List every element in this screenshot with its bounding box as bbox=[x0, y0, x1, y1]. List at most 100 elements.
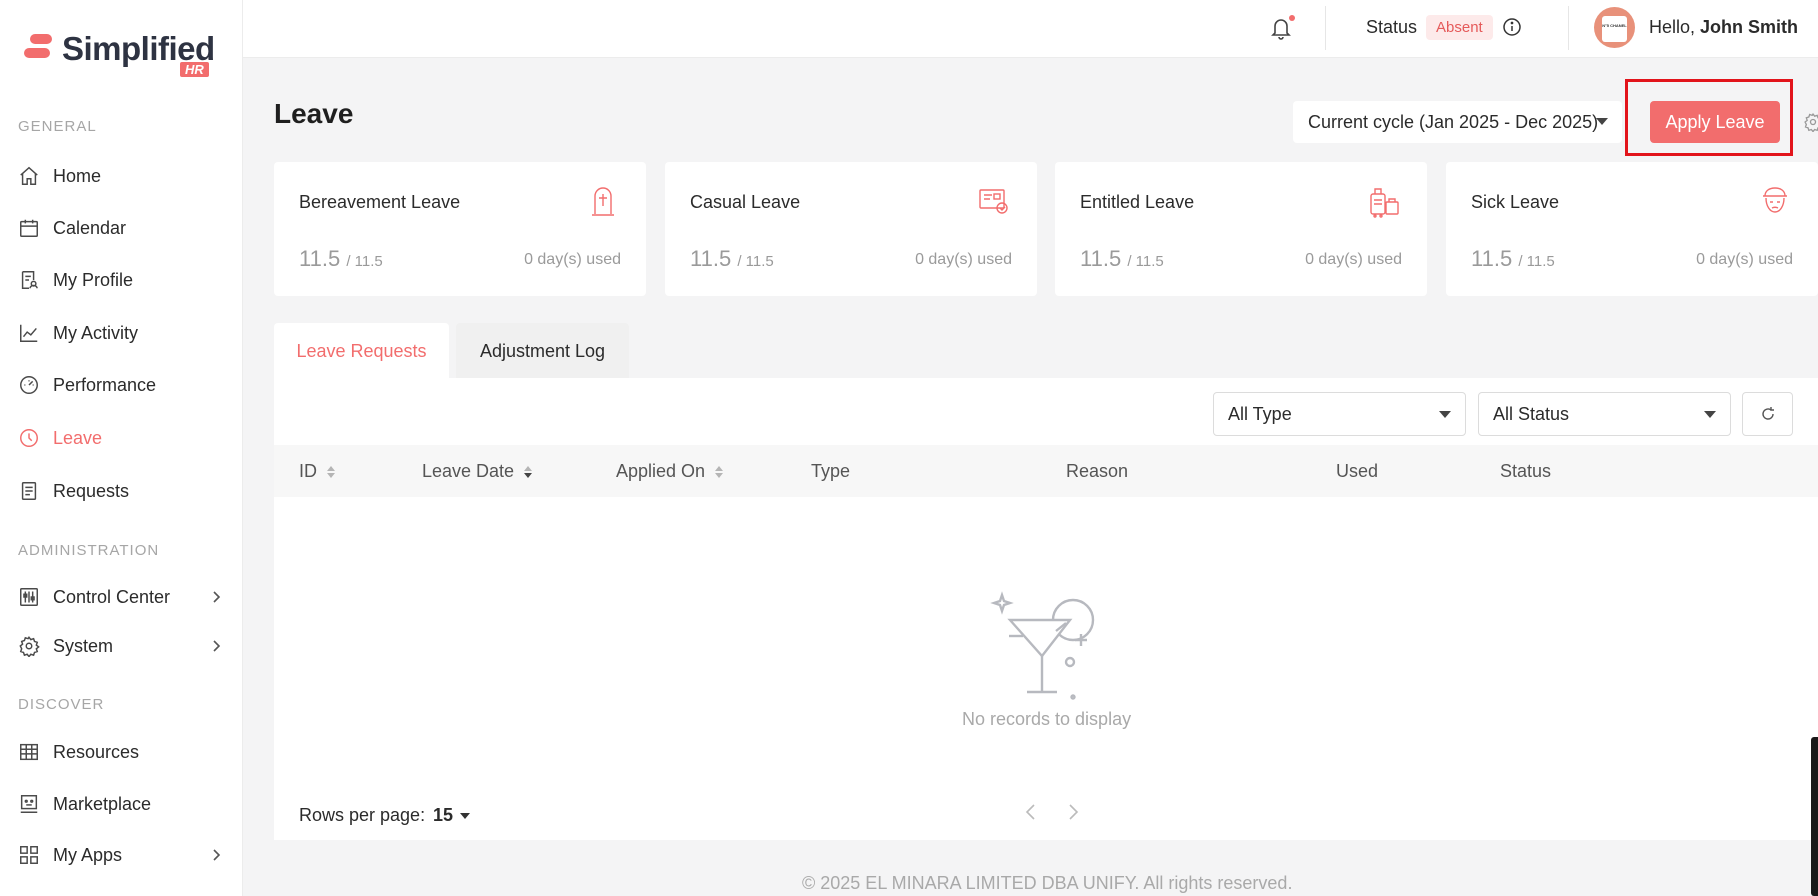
clock-icon bbox=[20, 429, 38, 447]
sidebar-item-label: Requests bbox=[53, 480, 130, 501]
settings-button[interactable] bbox=[1801, 112, 1818, 132]
column-header-label: Type bbox=[811, 461, 851, 481]
previous-page-icon[interactable] bbox=[1024, 802, 1038, 822]
leave-balance-value: 11.5 bbox=[1471, 246, 1513, 271]
apply-leave-button[interactable]: Apply Leave bbox=[1650, 101, 1780, 143]
column-header-type: Type bbox=[811, 461, 850, 482]
logo-mark-icon bbox=[24, 34, 54, 62]
column-header-label: ID bbox=[299, 461, 317, 481]
refresh-button[interactable] bbox=[1742, 392, 1793, 436]
sidebar-item-marketplace[interactable]: Marketplace bbox=[18, 787, 228, 821]
sidebar-item-home[interactable]: Home bbox=[18, 159, 228, 193]
leave-balance-total: / 11.5 bbox=[1127, 253, 1164, 270]
column-header-leave-date[interactable]: Leave Date bbox=[422, 461, 533, 482]
type-filter-value: All Type bbox=[1228, 403, 1292, 424]
sort-icon bbox=[524, 465, 533, 478]
status-badge: Absent bbox=[1426, 15, 1493, 40]
empty-cocktail-icon bbox=[990, 591, 1095, 700]
section-title-discover: DISCOVER bbox=[18, 696, 105, 713]
rows-per-page-select[interactable]: 15 bbox=[433, 805, 453, 826]
sidebar-item-label: Calendar bbox=[53, 217, 127, 238]
sidebar-item-label: Marketplace bbox=[53, 793, 152, 814]
column-header-id[interactable]: ID bbox=[299, 461, 336, 482]
sidebar-item-my-profile[interactable]: My Profile bbox=[18, 263, 228, 297]
leave-card-sick: Sick Leave 11.5 / 11.5 0 day(s) used bbox=[1446, 162, 1818, 296]
top-bar: Status Absent N°5 CHANEL Hello, John Smi… bbox=[243, 0, 1818, 58]
leave-card-bereavement: Bereavement Leave 11.5 / 11.5 0 day(s) u… bbox=[274, 162, 646, 296]
edge-widget[interactable] bbox=[1811, 737, 1818, 896]
column-header-label: Status bbox=[1500, 461, 1552, 481]
next-page-icon[interactable] bbox=[1066, 802, 1080, 822]
cycle-select[interactable]: Current cycle (Jan 2025 - Dec 2025) bbox=[1293, 101, 1622, 143]
sidebar-item-label: Home bbox=[53, 165, 102, 186]
simplified-hr-logo[interactable]: Simplified HR bbox=[24, 30, 215, 82]
leave-balance-total: / 11.5 bbox=[346, 253, 383, 270]
sidebar-item-my-apps[interactable]: My Apps bbox=[18, 838, 228, 872]
leave-card-casual: Casual Leave 11.5 / 11.5 0 day(s) used bbox=[665, 162, 1037, 296]
user-greeting[interactable]: Hello, John Smith bbox=[1649, 17, 1798, 38]
sidebar-item-label: Resources bbox=[53, 741, 140, 762]
rows-per-page-label: Rows per page: bbox=[299, 805, 426, 825]
leave-used: 0 day(s) used bbox=[915, 251, 1012, 268]
greeting-text: Hello, bbox=[1649, 17, 1696, 37]
sidebar-item-system[interactable]: System bbox=[18, 629, 228, 663]
chevron-right-icon bbox=[213, 591, 221, 603]
profile-icon bbox=[21, 271, 38, 289]
chevron-right-icon bbox=[213, 849, 221, 861]
gear-icon bbox=[1804, 112, 1818, 132]
column-header-label: Applied On bbox=[616, 461, 706, 481]
status-filter-select[interactable]: All Status bbox=[1478, 392, 1731, 436]
activity-chart-icon bbox=[20, 324, 38, 342]
footer-copyright: © 2025 EL MINARA LIMITED DBA UNIFY. All … bbox=[802, 873, 1293, 893]
request-document-icon bbox=[21, 482, 37, 500]
gauge-icon bbox=[20, 376, 38, 394]
sick-face-icon bbox=[1763, 187, 1787, 213]
notifications-button[interactable] bbox=[1269, 15, 1295, 43]
tab-adjustment-log[interactable]: Adjustment Log bbox=[456, 323, 629, 379]
gear-icon bbox=[19, 636, 40, 657]
sidebar-item-resources[interactable]: Resources bbox=[18, 735, 228, 769]
sidebar-item-leave[interactable]: Leave bbox=[18, 421, 228, 455]
table-header: ID Leave Date Applied On Type Reason Use… bbox=[274, 445, 1818, 497]
leave-balance-value: 11.5 bbox=[299, 246, 341, 271]
section-title-general: GENERAL bbox=[18, 118, 97, 135]
leave-balance: 11.5 / 11.5 bbox=[690, 246, 774, 272]
sidebar-item-label: Leave bbox=[53, 427, 103, 448]
tab-leave-requests[interactable]: Leave Requests bbox=[274, 323, 449, 379]
sidebar-item-my-activity[interactable]: My Activity bbox=[18, 316, 228, 350]
status-filter-value: All Status bbox=[1493, 403, 1570, 424]
caret-down-icon bbox=[1439, 411, 1451, 418]
notification-dot bbox=[1289, 15, 1295, 21]
leave-card-name: Bereavement Leave bbox=[299, 192, 461, 212]
sidebar-item-label: My Apps bbox=[53, 844, 123, 865]
leave-card-name: Sick Leave bbox=[1471, 192, 1560, 212]
luggage-icon bbox=[1370, 188, 1399, 218]
column-header-status: Status bbox=[1500, 461, 1551, 482]
empty-state-text: No records to display bbox=[962, 709, 1132, 729]
sort-icon bbox=[715, 465, 724, 478]
leave-balance-value: 11.5 bbox=[1080, 246, 1122, 271]
caret-down-icon bbox=[1596, 118, 1608, 125]
sidebar-item-calendar[interactable]: Calendar bbox=[18, 211, 228, 245]
sidebar-item-label: Performance bbox=[53, 374, 157, 395]
leave-balance-value: 11.5 bbox=[690, 246, 732, 271]
sidebar-item-label: Control Center bbox=[53, 586, 171, 607]
avatar[interactable]: N°5 CHANEL bbox=[1594, 7, 1635, 48]
table-grid-icon bbox=[20, 743, 38, 761]
column-header-applied-on[interactable]: Applied On bbox=[616, 461, 724, 482]
sidebar-item-control-center[interactable]: Control Center bbox=[18, 580, 228, 614]
calendar-icon bbox=[20, 219, 38, 237]
marketplace-icon bbox=[20, 795, 38, 813]
column-header-used: Used bbox=[1336, 461, 1378, 482]
type-filter-select[interactable]: All Type bbox=[1213, 392, 1466, 436]
caret-down-icon[interactable] bbox=[460, 813, 470, 819]
sidebar-item-performance[interactable]: Performance bbox=[18, 368, 228, 402]
leave-card-entitled: Entitled Leave 11.5 / 11.5 0 day(s) used bbox=[1055, 162, 1427, 296]
tombstone-icon bbox=[592, 187, 614, 216]
column-header-reason: Reason bbox=[1066, 461, 1128, 482]
leave-balance-total: / 11.5 bbox=[737, 253, 774, 270]
sort-icon bbox=[327, 465, 335, 478]
info-icon[interactable] bbox=[1502, 17, 1522, 37]
leave-balance-total: / 11.5 bbox=[1518, 253, 1555, 270]
sidebar-item-requests[interactable]: Requests bbox=[18, 474, 228, 508]
